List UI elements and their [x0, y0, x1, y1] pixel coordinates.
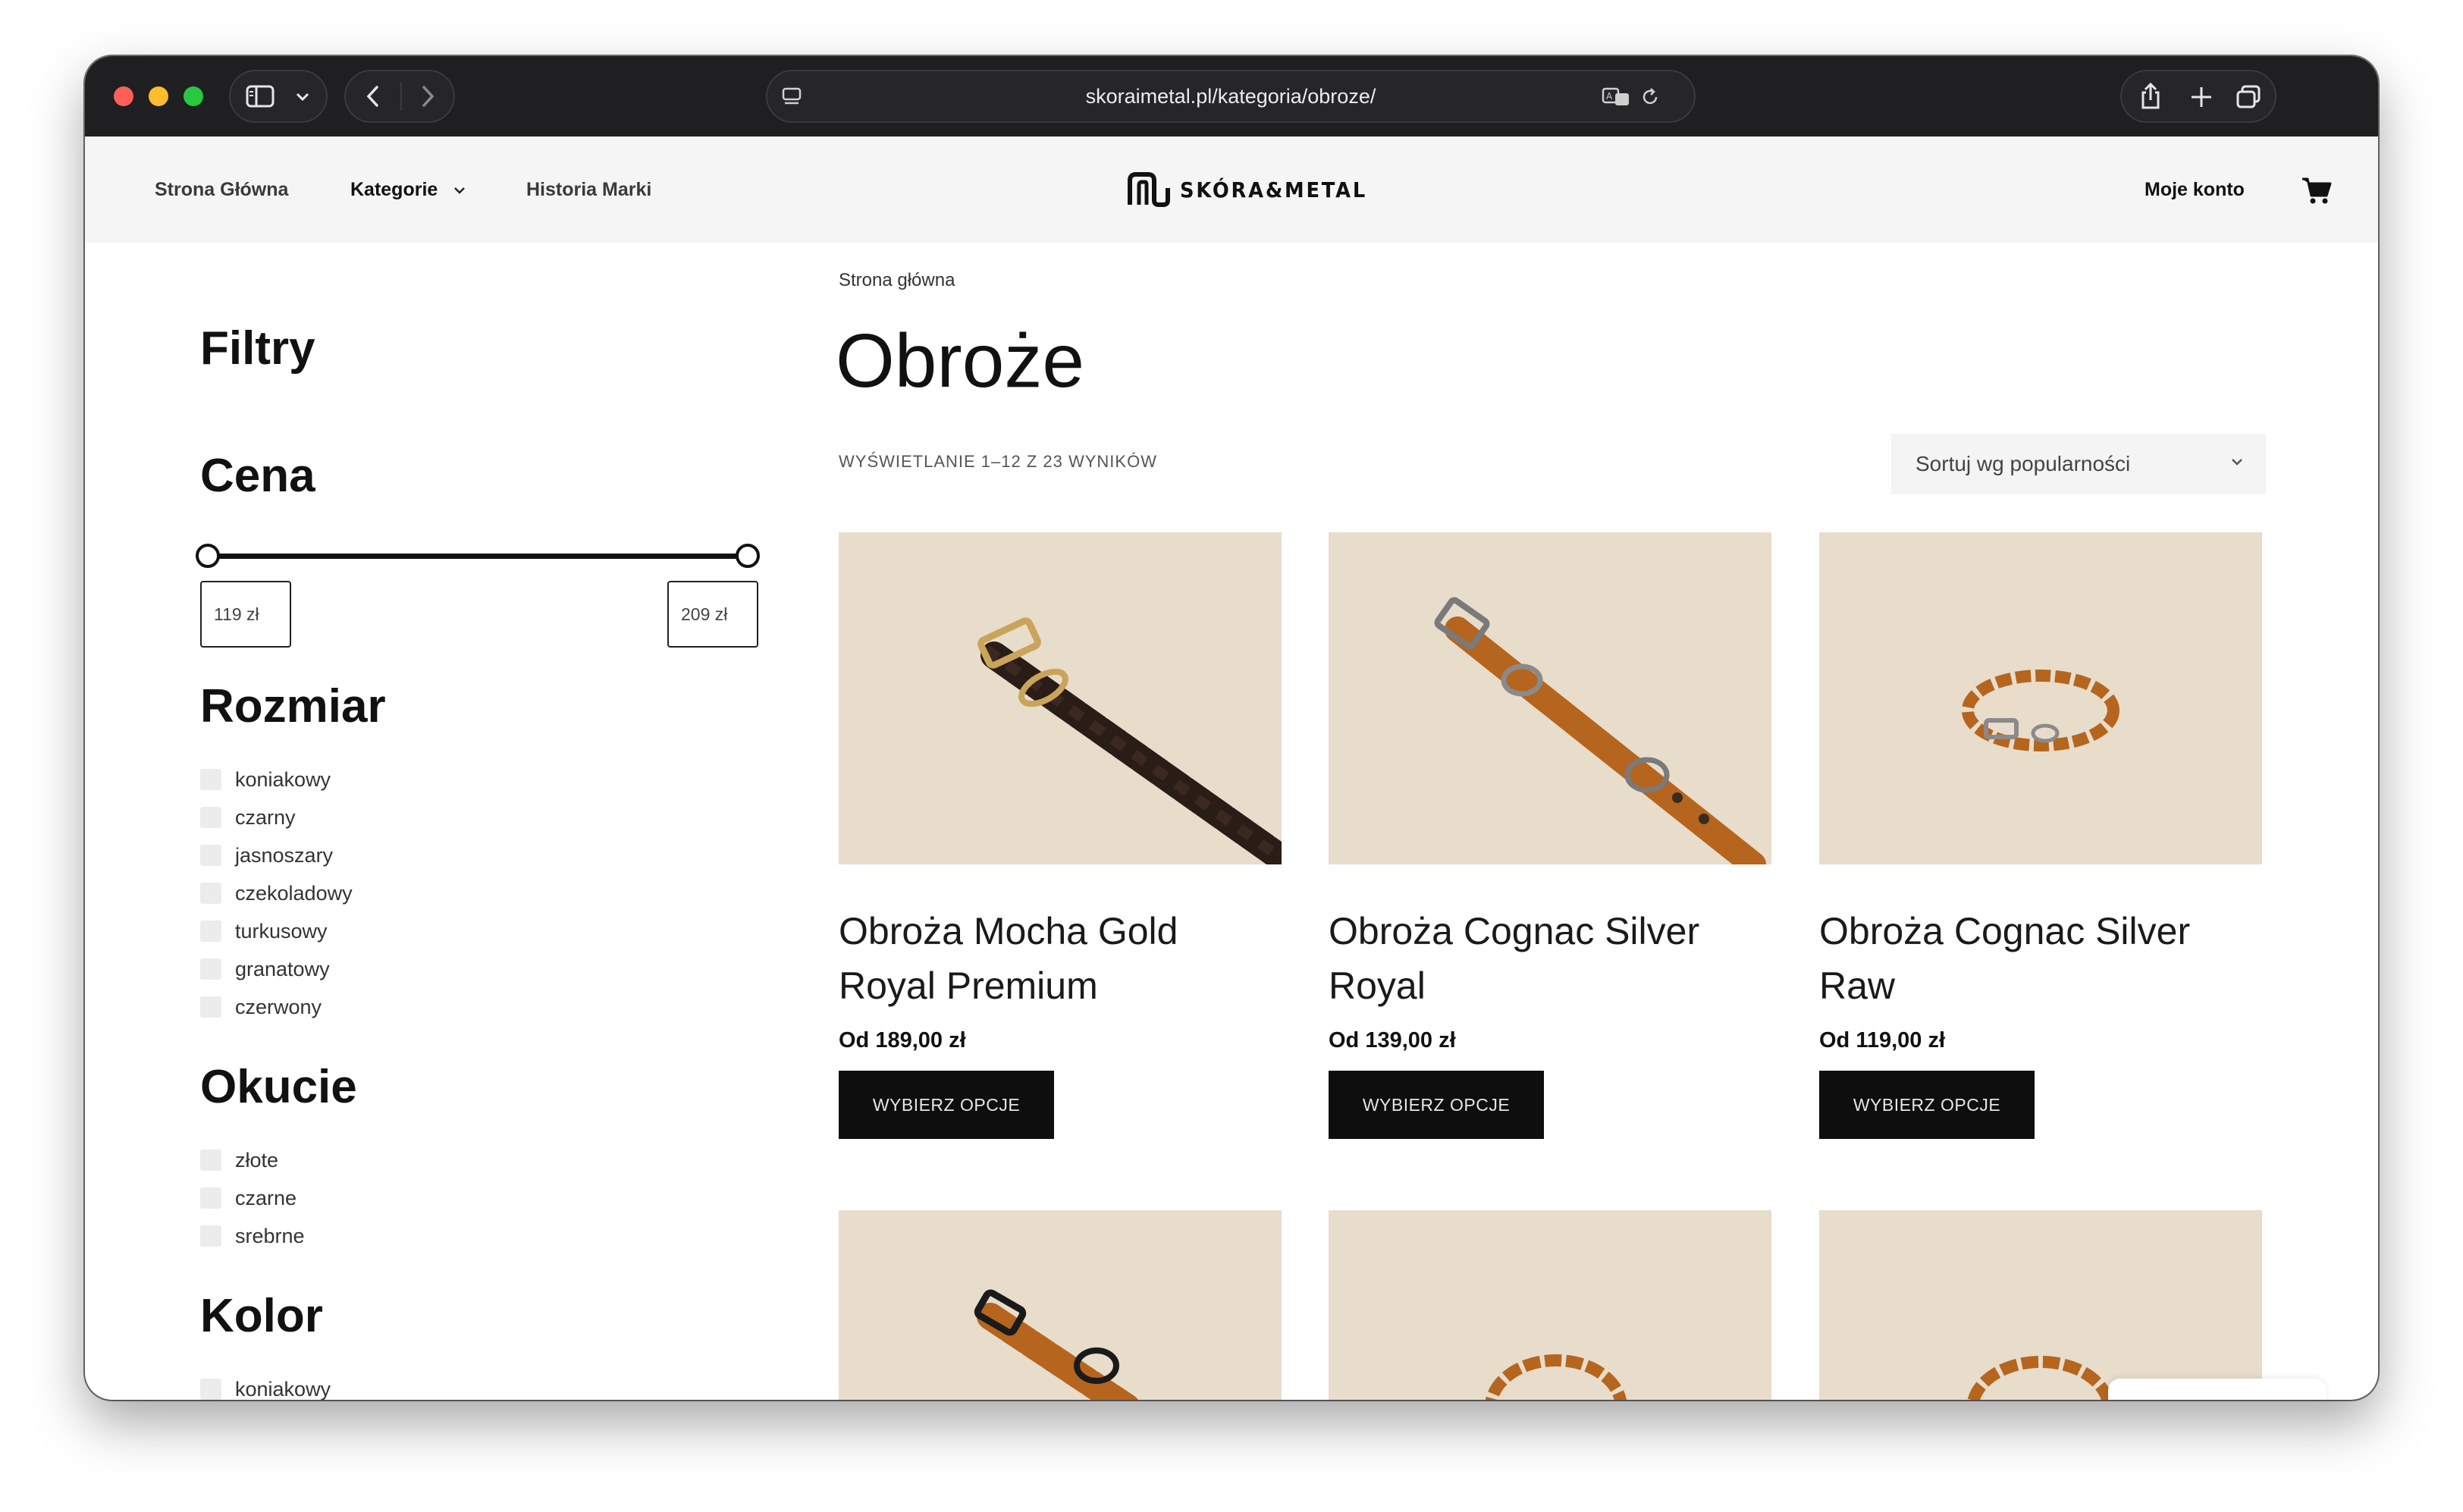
- round-collar-image: [1967, 1356, 2114, 1400]
- chevron-down-icon: [2232, 459, 2242, 466]
- nav-brand-history[interactable]: Historia Marki: [526, 136, 651, 243]
- checkbox[interactable]: [200, 1150, 221, 1171]
- browser-window: skoraimetal.pl/kategoria/obroze/ A Stron…: [85, 56, 2378, 1400]
- url-text: skoraimetal.pl/kategoria/obroze/: [1085, 85, 1376, 108]
- checkbox[interactable]: [200, 845, 221, 866]
- filter-option-label: czarny: [235, 806, 296, 829]
- checkbox[interactable]: [200, 807, 221, 828]
- floating-widget[interactable]: [2108, 1379, 2327, 1400]
- logo-mark-icon: [1128, 172, 1170, 207]
- divider: [400, 82, 402, 111]
- product-price: Od 139,00 zł: [1329, 1028, 1456, 1052]
- page-title: Obroże: [836, 318, 1084, 403]
- filter-option-label: turkusowy: [235, 920, 328, 943]
- results-count: WYŚWIETLANIE 1–12 Z 23 WYNIKÓW: [839, 452, 1157, 471]
- product-name[interactable]: Obroża Cognac Silver Royal: [1329, 904, 1771, 1013]
- product-image[interactable]: [839, 1210, 1282, 1400]
- site-header: Strona Główna Kategorie Historia Marki S…: [85, 136, 2378, 243]
- price-heading: Cena: [200, 450, 315, 502]
- product-price: Od 119,00 zł: [1819, 1028, 1946, 1052]
- checkbox[interactable]: [200, 1379, 221, 1400]
- reload-icon[interactable]: [1639, 86, 1661, 108]
- price-min-field[interactable]: 119 zł: [200, 581, 291, 648]
- chevron-down-icon: [296, 93, 309, 102]
- new-tab-icon[interactable]: [2190, 86, 2213, 108]
- color-heading: Kolor: [200, 1290, 323, 1342]
- sidebar-toggle-button[interactable]: [229, 70, 328, 123]
- back-arrow-icon[interactable]: [366, 85, 381, 108]
- site-logo[interactable]: SKÓRA&METAL: [1125, 170, 1365, 209]
- filters-heading: Filtry: [200, 322, 315, 375]
- checkbox[interactable]: [200, 1187, 221, 1209]
- browser-toolbar: skoraimetal.pl/kategoria/obroze/ A: [85, 56, 2378, 136]
- product-price: Od 189,00 zł: [839, 1028, 966, 1052]
- product-image[interactable]: [1329, 1210, 1771, 1400]
- product-image[interactable]: [1819, 1210, 2262, 1400]
- price-slider-track[interactable]: [206, 554, 746, 559]
- cart-icon[interactable]: [2301, 176, 2333, 205]
- filter-option-label: srebrne: [235, 1225, 305, 1247]
- close-window-button[interactable]: [114, 86, 133, 106]
- product-image[interactable]: [1819, 532, 2262, 864]
- braided-collar-image: [977, 617, 1282, 864]
- nav-categories[interactable]: Kategorie: [350, 136, 466, 243]
- round-collar-image: [1485, 1354, 1627, 1400]
- svg-text:A: A: [1606, 91, 1613, 102]
- choose-options-button[interactable]: WYBIERZ OPCJE: [1819, 1071, 2035, 1139]
- checkbox[interactable]: [200, 883, 221, 904]
- tab-overview-icon[interactable]: [2236, 85, 2261, 109]
- product-name[interactable]: Obroża Cognac Silver Raw: [1819, 904, 2262, 1013]
- breadcrumb[interactable]: Strona główna: [839, 270, 955, 291]
- filter-option-label: czerwony: [235, 996, 322, 1018]
- sort-select-value: Sortuj wg popularności: [1915, 452, 2131, 475]
- minimize-window-button[interactable]: [149, 86, 168, 106]
- price-max-field[interactable]: 209 zł: [667, 581, 758, 648]
- address-bar[interactable]: skoraimetal.pl/kategoria/obroze/ A: [766, 70, 1696, 123]
- filter-option-label: czarne: [235, 1187, 297, 1209]
- share-icon[interactable]: [2138, 82, 2163, 111]
- forward-arrow-icon[interactable]: [420, 85, 435, 108]
- price-slider-max-handle[interactable]: [736, 544, 760, 568]
- size-heading: Rozmiar: [200, 680, 386, 732]
- filter-option-label: czekoladowy: [235, 882, 353, 905]
- translate-icon[interactable]: A: [1602, 86, 1632, 108]
- choose-options-button[interactable]: WYBIERZ OPCJE: [839, 1071, 1054, 1139]
- round-collar-image: [1962, 670, 2119, 751]
- price-slider-min-handle[interactable]: [196, 544, 220, 568]
- product-image[interactable]: [839, 532, 1282, 864]
- sort-select[interactable]: Sortuj wg popularności: [1891, 434, 2266, 494]
- filter-option-label: granatowy: [235, 958, 330, 980]
- history-nav: [344, 70, 455, 123]
- cognac-collar-image: [1434, 597, 1766, 864]
- checkbox[interactable]: [200, 958, 221, 980]
- product-image[interactable]: [1329, 532, 1771, 864]
- filter-option-label: koniakowy: [235, 768, 331, 791]
- maximize-window-button[interactable]: [184, 86, 203, 106]
- product-name[interactable]: Obroża Mocha Gold Royal Premium: [839, 904, 1282, 1013]
- checkbox[interactable]: [200, 769, 221, 790]
- chevron-down-icon: [454, 187, 466, 195]
- black-buckle-collar-image: [974, 1289, 1138, 1400]
- filter-option-label: jasnoszary: [235, 844, 334, 867]
- sidebar-icon: [246, 85, 275, 108]
- checkbox[interactable]: [200, 1225, 221, 1247]
- account-link[interactable]: Moje konto: [2145, 136, 2245, 243]
- nav-categories-label: Kategorie: [350, 179, 438, 200]
- tab-actions: [2120, 70, 2276, 123]
- nav-home[interactable]: Strona Główna: [155, 136, 288, 243]
- choose-options-button[interactable]: WYBIERZ OPCJE: [1329, 1071, 1544, 1139]
- fitting-heading: Okucie: [200, 1061, 357, 1113]
- logo-text: SKÓRA&METAL: [1180, 177, 1368, 202]
- checkbox[interactable]: [200, 996, 221, 1018]
- filter-option-label: złote: [235, 1149, 279, 1172]
- checkbox[interactable]: [200, 921, 221, 942]
- filter-option-label: koniakowy: [235, 1378, 331, 1400]
